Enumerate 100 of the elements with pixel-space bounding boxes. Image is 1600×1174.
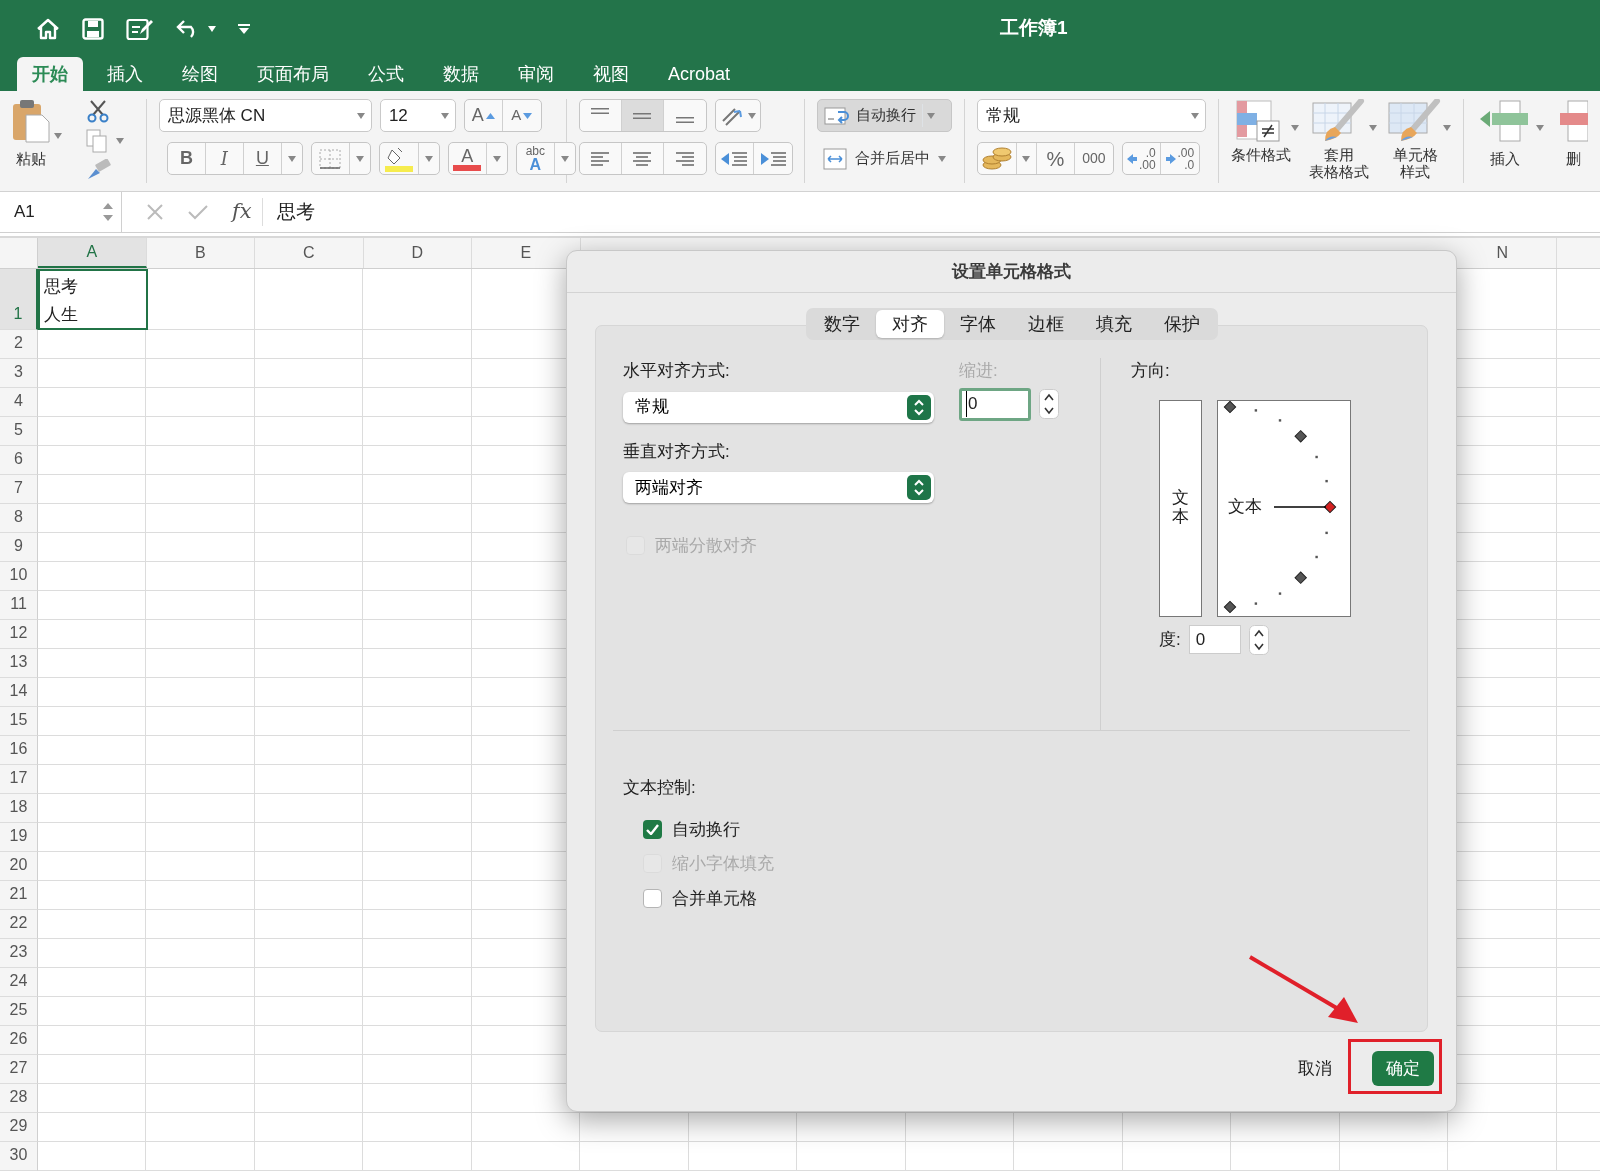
row-header[interactable]: 26	[0, 1026, 38, 1055]
caret-icon	[1291, 124, 1299, 131]
dialog-tab[interactable]: 对齐	[875, 310, 944, 338]
color-swatch-icon	[453, 164, 482, 171]
row-header[interactable]: 15	[0, 707, 38, 736]
row-header[interactable]: 18	[0, 794, 38, 823]
checkbox[interactable]	[643, 888, 662, 908]
dialog-tab[interactable]: 数字	[807, 310, 876, 338]
vertical-align-button[interactable]	[621, 100, 664, 131]
edit-document-icon[interactable]	[126, 16, 154, 41]
stepper-control[interactable]	[1248, 624, 1269, 655]
stepper-control[interactable]	[1039, 389, 1059, 419]
format-painter-icon[interactable]	[86, 159, 112, 181]
ribbon-tab[interactable]: 视图	[578, 57, 644, 91]
grow-font-button[interactable]: A	[464, 100, 503, 131]
conditional-format-button[interactable]: 条件格式	[1231, 99, 1291, 164]
bold-button[interactable]: B	[167, 143, 206, 174]
comma-style-button[interactable]: 000	[1074, 143, 1113, 174]
row-header[interactable]: 9	[0, 533, 38, 562]
ribbon-tab[interactable]: 开始	[17, 57, 83, 91]
ribbon-tab[interactable]: 公式	[353, 57, 419, 91]
column-header[interactable]: C	[255, 238, 364, 268]
ribbon-tab[interactable]: 插入	[92, 57, 158, 91]
increase-decimal-button[interactable]: .0 .00	[1122, 143, 1161, 174]
ok-button[interactable]: 确定	[1372, 1051, 1434, 1086]
row-header[interactable]: 21	[0, 881, 38, 910]
row-header[interactable]: 1	[0, 269, 38, 330]
delete-button[interactable]: 删	[1558, 99, 1588, 183]
customize-toolbar-icon[interactable]	[238, 23, 250, 34]
row-header[interactable]: 24	[0, 968, 38, 997]
paste-button[interactable]: 粘贴	[12, 99, 50, 168]
column-header[interactable]: D	[363, 238, 472, 268]
ribbon-tab[interactable]: 审阅	[503, 57, 569, 91]
row-header[interactable]: 23	[0, 939, 38, 968]
dialog-tab[interactable]: 字体	[943, 310, 1012, 338]
table-cell[interactable]: 思考 人生	[38, 269, 148, 330]
orientation-dial[interactable]: 文本	[1217, 399, 1351, 617]
row-header[interactable]: 6	[0, 446, 38, 475]
ribbon-tab[interactable]: 数据	[428, 57, 494, 91]
checkmark-icon[interactable]	[188, 204, 208, 220]
row-header[interactable]: 13	[0, 649, 38, 678]
italic-button[interactable]: I	[205, 143, 244, 174]
save-icon[interactable]	[82, 17, 104, 40]
row-header[interactable]: 20	[0, 852, 38, 881]
row-header[interactable]: 27	[0, 1055, 38, 1084]
format-as-table-button[interactable]: 套用 表格格式	[1309, 99, 1369, 180]
field-label: 水平对齐方式:	[623, 360, 731, 382]
dropdown[interactable]: 两端对齐	[623, 472, 934, 503]
row-header[interactable]: 2	[0, 330, 38, 359]
ribbon-tab[interactable]: 绘图	[167, 57, 233, 91]
ribbon-tab[interactable]: 页面布局	[242, 57, 344, 91]
row-header[interactable]: 28	[0, 1084, 38, 1113]
column-header[interactable]: B	[146, 238, 255, 268]
row-header[interactable]: 22	[0, 910, 38, 939]
row-header[interactable]: 30	[0, 1142, 38, 1171]
number-format-field[interactable]: 常规	[976, 99, 1206, 132]
formula-field[interactable]: 思考	[261, 197, 315, 227]
percent-button[interactable]: %	[1036, 143, 1075, 174]
table-brush-icon	[1311, 99, 1367, 143]
dropdown[interactable]: 常规	[623, 391, 934, 423]
font-color-button[interactable]: A	[448, 143, 487, 174]
merge-center-button[interactable]: 合并后居中	[816, 142, 952, 175]
row-header[interactable]: 7	[0, 475, 38, 504]
row-header[interactable]: 25	[0, 997, 38, 1026]
caret-icon	[1369, 124, 1377, 131]
row-header[interactable]: 16	[0, 736, 38, 765]
ribbon-tab[interactable]: Acrobat	[653, 57, 746, 91]
cancel-button[interactable]: 取消	[1284, 1051, 1346, 1086]
phonetic-button[interactable]: abc A	[516, 143, 555, 174]
insert-function-button[interactable]: fx	[232, 196, 252, 228]
input-field[interactable]: 0	[1188, 625, 1241, 654]
column-header[interactable]: A	[38, 238, 147, 268]
font-size-field[interactable]: 12	[379, 99, 456, 132]
insert-button[interactable]: 插入	[1478, 99, 1532, 168]
decrease-decimal-button[interactable]: .00 .0	[1160, 143, 1199, 174]
dialog-tab[interactable]: 保护	[1147, 310, 1216, 338]
name-box[interactable]: A1	[0, 191, 122, 233]
row-header[interactable]: 10	[0, 562, 38, 591]
cancel-icon[interactable]	[146, 203, 164, 221]
vertical-text-box[interactable]: 文本	[1159, 399, 1202, 617]
row-header[interactable]: 29	[0, 1113, 38, 1142]
dialog-tab[interactable]: 边框	[1011, 310, 1080, 338]
row-header[interactable]: 8	[0, 504, 38, 533]
dialog-tab[interactable]: 填充	[1079, 310, 1148, 338]
row-header[interactable]: 19	[0, 823, 38, 852]
row-header[interactable]: 11	[0, 591, 38, 620]
wrap-text-button[interactable]: 自动换行	[816, 99, 952, 132]
home-icon[interactable]	[36, 17, 60, 40]
font-name-field[interactable]: 思源黑体 CN	[158, 99, 372, 132]
scissors-icon[interactable]	[86, 99, 110, 123]
row-header[interactable]: 5	[0, 417, 38, 446]
underline-button[interactable]: U	[243, 143, 282, 174]
row-header[interactable]: 12	[0, 620, 38, 649]
row-header[interactable]: 17	[0, 765, 38, 794]
row-header[interactable]: 14	[0, 678, 38, 707]
checkbox[interactable]	[643, 819, 662, 839]
row-header[interactable]: 4	[0, 388, 38, 417]
cell-styles-button[interactable]: 单元格 样式	[1387, 99, 1443, 180]
row-header[interactable]: 3	[0, 359, 38, 388]
shrink-font-button[interactable]: A	[502, 100, 541, 131]
